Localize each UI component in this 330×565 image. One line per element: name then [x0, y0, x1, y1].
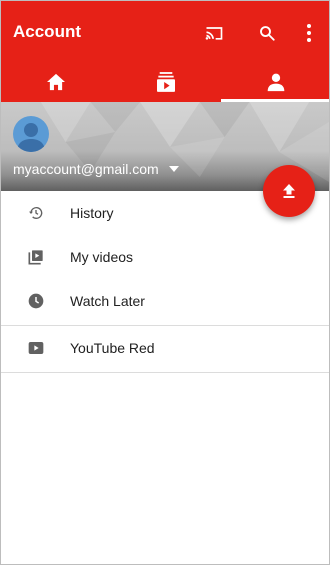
more-vert-icon[interactable]: [295, 19, 323, 47]
tab-subscriptions[interactable]: [111, 62, 221, 102]
my-videos-icon: [27, 248, 45, 266]
app-screen: Account myaccount@gmail.com History My v…: [0, 0, 330, 565]
home-icon: [47, 73, 65, 91]
menu-item-label: My videos: [70, 249, 134, 265]
tab-bar: [1, 62, 329, 102]
watch-later-icon: [27, 292, 45, 310]
avatar-person-icon: [17, 123, 45, 152]
menu-item-watch-later[interactable]: Watch Later: [1, 279, 329, 323]
avatar[interactable]: [13, 116, 49, 152]
menu-item-label: Watch Later: [70, 293, 145, 309]
menu-item-my-videos[interactable]: My videos: [1, 235, 329, 279]
menu-item-youtube-red[interactable]: YouTube Red: [1, 326, 329, 370]
menu-item-history[interactable]: History: [1, 191, 329, 235]
account-email: myaccount@gmail.com: [13, 161, 159, 177]
account-switcher[interactable]: myaccount@gmail.com: [13, 160, 179, 178]
cast-icon[interactable]: [200, 19, 228, 47]
tab-home[interactable]: [1, 62, 111, 102]
subscriptions-icon: [157, 72, 175, 92]
youtube-red-icon: [27, 339, 45, 357]
account-menu: History My videos Watch Later YouTube Re…: [1, 191, 329, 373]
tab-account[interactable]: [221, 62, 329, 102]
page-title: Account: [13, 22, 81, 41]
menu-item-label: History: [70, 205, 114, 221]
person-icon: [267, 73, 285, 92]
history-icon: [27, 204, 45, 222]
dropdown-arrow-icon: [168, 166, 179, 172]
menu-divider: [1, 372, 329, 373]
app-bar: Account: [1, 1, 329, 62]
search-icon[interactable]: [253, 19, 281, 47]
menu-item-label: YouTube Red: [70, 340, 155, 356]
